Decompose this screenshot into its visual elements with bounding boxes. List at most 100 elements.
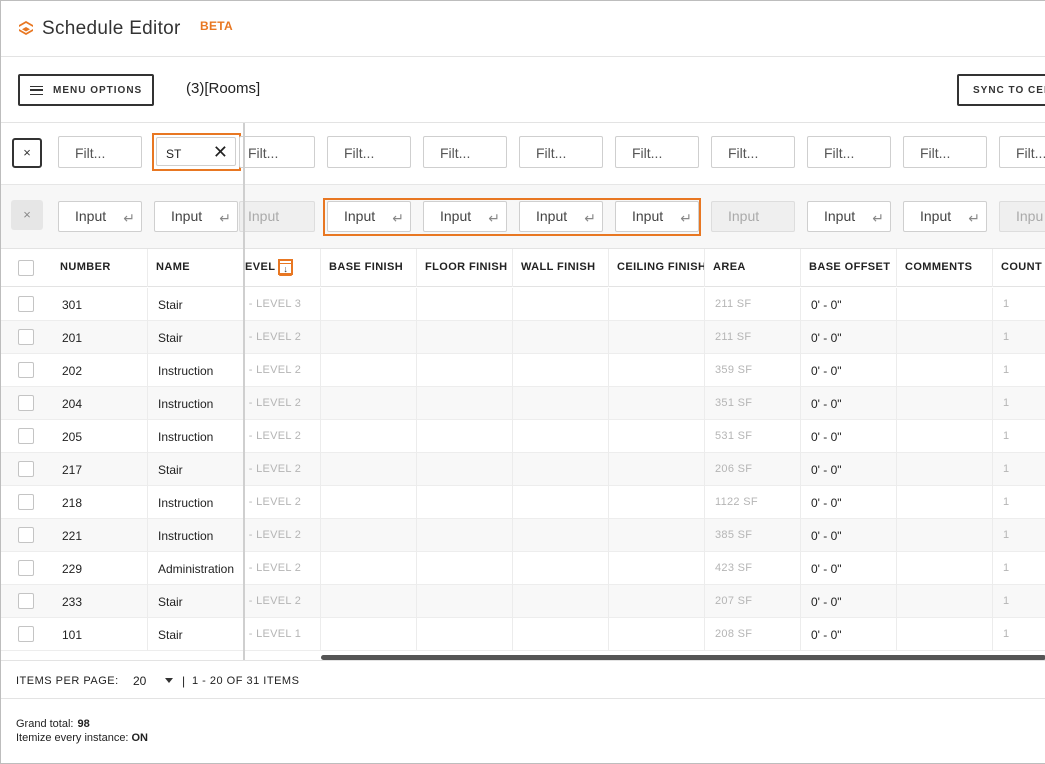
table-row[interactable]: 202 Instruction 2 - LEVEL 2 359 SF 0' - 0" 1	[1, 354, 1045, 387]
clear-icon[interactable]: ✕	[213, 142, 228, 163]
cell-level[interactable]: 2 - LEVEL 2	[245, 387, 321, 420]
sort-descending-icon[interactable]: ↓	[279, 263, 293, 276]
clear-inputs-button[interactable]: ×	[11, 200, 43, 230]
cell-ceiling-finish[interactable]	[609, 288, 705, 321]
cell-level[interactable]: 2 - LEVEL 2	[245, 420, 321, 453]
column-header-area[interactable]: AREA	[705, 249, 801, 287]
column-header-name[interactable]: NAME	[148, 249, 244, 287]
cell-area[interactable]: 206 SF	[705, 453, 801, 486]
items-per-page-select[interactable]: 20	[133, 674, 146, 688]
cell-name[interactable]: Administration	[148, 552, 244, 585]
cell-level[interactable]: 2 - LEVEL 2	[245, 519, 321, 552]
cell-floor-finish[interactable]	[417, 420, 513, 453]
cell-number[interactable]: 101	[52, 618, 148, 651]
cell-base-finish[interactable]	[321, 354, 417, 387]
cell-area[interactable]: 211 SF	[705, 321, 801, 354]
cell-level[interactable]: 3 - LEVEL 3	[245, 288, 321, 321]
cell-floor-finish[interactable]	[417, 552, 513, 585]
cell-name[interactable]: Instruction	[148, 354, 244, 387]
table-row[interactable]: 204 Instruction 2 - LEVEL 2 351 SF 0' - 0" 1	[1, 387, 1045, 420]
cell-name[interactable]: Stair	[148, 288, 244, 321]
table-row[interactable]: 217 Stair 2 - LEVEL 2 206 SF 0' - 0" 1	[1, 453, 1045, 486]
filter-area[interactable]: Filt...	[711, 136, 795, 168]
cell-base-finish[interactable]	[321, 321, 417, 354]
filter-base-offset[interactable]: Filt...	[807, 136, 891, 168]
cell-count[interactable]: 1	[993, 453, 1045, 486]
cell-floor-finish[interactable]	[417, 453, 513, 486]
cell-wall-finish[interactable]	[513, 552, 609, 585]
cell-level[interactable]: 2 - LEVEL 2	[245, 321, 321, 354]
input-wall-finish[interactable]: Input ↵	[519, 201, 603, 232]
cell-count[interactable]: 1	[993, 519, 1045, 552]
filter-ceiling-finish[interactable]: Filt...	[615, 136, 699, 168]
row-checkbox[interactable]	[18, 362, 34, 378]
filter-base-finish[interactable]: Filt...	[327, 136, 411, 168]
cell-level[interactable]: 2 - LEVEL 2	[245, 552, 321, 585]
cell-number[interactable]: 217	[52, 453, 148, 486]
cell-count[interactable]: 1	[993, 288, 1045, 321]
cell-wall-finish[interactable]	[513, 453, 609, 486]
filter-wall-finish[interactable]: Filt...	[519, 136, 603, 168]
cell-number[interactable]: 218	[52, 486, 148, 519]
cell-wall-finish[interactable]	[513, 420, 609, 453]
cell-ceiling-finish[interactable]	[609, 354, 705, 387]
input-base-offset[interactable]: Input ↵	[807, 201, 891, 232]
sync-button[interactable]: SYNC TO CEN	[957, 74, 1045, 106]
cell-number[interactable]: 233	[52, 585, 148, 618]
cell-wall-finish[interactable]	[513, 387, 609, 420]
column-header-wall-finish[interactable]: WALL FINISH	[513, 249, 609, 287]
cell-number[interactable]: 221	[52, 519, 148, 552]
cell-ceiling-finish[interactable]	[609, 420, 705, 453]
cell-name[interactable]: Stair	[148, 453, 244, 486]
cell-name[interactable]: Stair	[148, 321, 244, 354]
cell-base-offset[interactable]: 0' - 0"	[801, 618, 897, 651]
filter-number[interactable]: Filt...	[58, 136, 142, 168]
cell-floor-finish[interactable]	[417, 321, 513, 354]
cell-base-offset[interactable]: 0' - 0"	[801, 585, 897, 618]
cell-ceiling-finish[interactable]	[609, 321, 705, 354]
input-comments[interactable]: Input ↵	[903, 201, 987, 232]
cell-area[interactable]: 208 SF	[705, 618, 801, 651]
menu-options-button[interactable]: MENU OPTIONS	[18, 74, 154, 106]
row-checkbox[interactable]	[18, 428, 34, 444]
filter-name[interactable]: ST ✕	[156, 137, 236, 166]
cell-comments[interactable]	[897, 288, 993, 321]
cell-number[interactable]: 204	[52, 387, 148, 420]
column-header-base-finish[interactable]: BASE FINISH	[321, 249, 417, 287]
filter-level[interactable]: Filt...	[239, 136, 315, 168]
cell-area[interactable]: 351 SF	[705, 387, 801, 420]
cell-comments[interactable]	[897, 321, 993, 354]
cell-base-finish[interactable]	[321, 519, 417, 552]
cell-base-offset[interactable]: 0' - 0"	[801, 387, 897, 420]
row-checkbox[interactable]	[18, 560, 34, 576]
cell-base-finish[interactable]	[321, 387, 417, 420]
table-row[interactable]: 221 Instruction 2 - LEVEL 2 385 SF 0' - 0" 1	[1, 519, 1045, 552]
input-name[interactable]: Input ↵	[154, 201, 238, 232]
cell-base-finish[interactable]	[321, 552, 417, 585]
cell-name[interactable]: Instruction	[148, 387, 244, 420]
cell-base-finish[interactable]	[321, 288, 417, 321]
cell-floor-finish[interactable]	[417, 618, 513, 651]
cell-number[interactable]: 205	[52, 420, 148, 453]
cell-name[interactable]: Stair	[148, 618, 244, 651]
cell-wall-finish[interactable]	[513, 519, 609, 552]
cell-area[interactable]: 359 SF	[705, 354, 801, 387]
cell-base-offset[interactable]: 0' - 0"	[801, 288, 897, 321]
column-header-number[interactable]: NUMBER	[52, 249, 148, 287]
cell-comments[interactable]	[897, 519, 993, 552]
table-row[interactable]: 201 Stair 2 - LEVEL 2 211 SF 0' - 0" 1	[1, 321, 1045, 354]
cell-number[interactable]: 229	[52, 552, 148, 585]
cell-count[interactable]: 1	[993, 354, 1045, 387]
cell-base-finish[interactable]	[321, 420, 417, 453]
cell-wall-finish[interactable]	[513, 585, 609, 618]
table-row[interactable]: 233 Stair 2 - LEVEL 2 207 SF 0' - 0" 1	[1, 585, 1045, 618]
filter-count[interactable]: Filt...	[999, 136, 1045, 168]
cell-base-finish[interactable]	[321, 453, 417, 486]
row-checkbox[interactable]	[18, 296, 34, 312]
cell-wall-finish[interactable]	[513, 321, 609, 354]
cell-base-offset[interactable]: 0' - 0"	[801, 420, 897, 453]
cell-comments[interactable]	[897, 486, 993, 519]
cell-ceiling-finish[interactable]	[609, 585, 705, 618]
select-all-checkbox[interactable]	[18, 260, 34, 276]
table-row[interactable]: 205 Instruction 2 - LEVEL 2 531 SF 0' - 0" 1	[1, 420, 1045, 453]
